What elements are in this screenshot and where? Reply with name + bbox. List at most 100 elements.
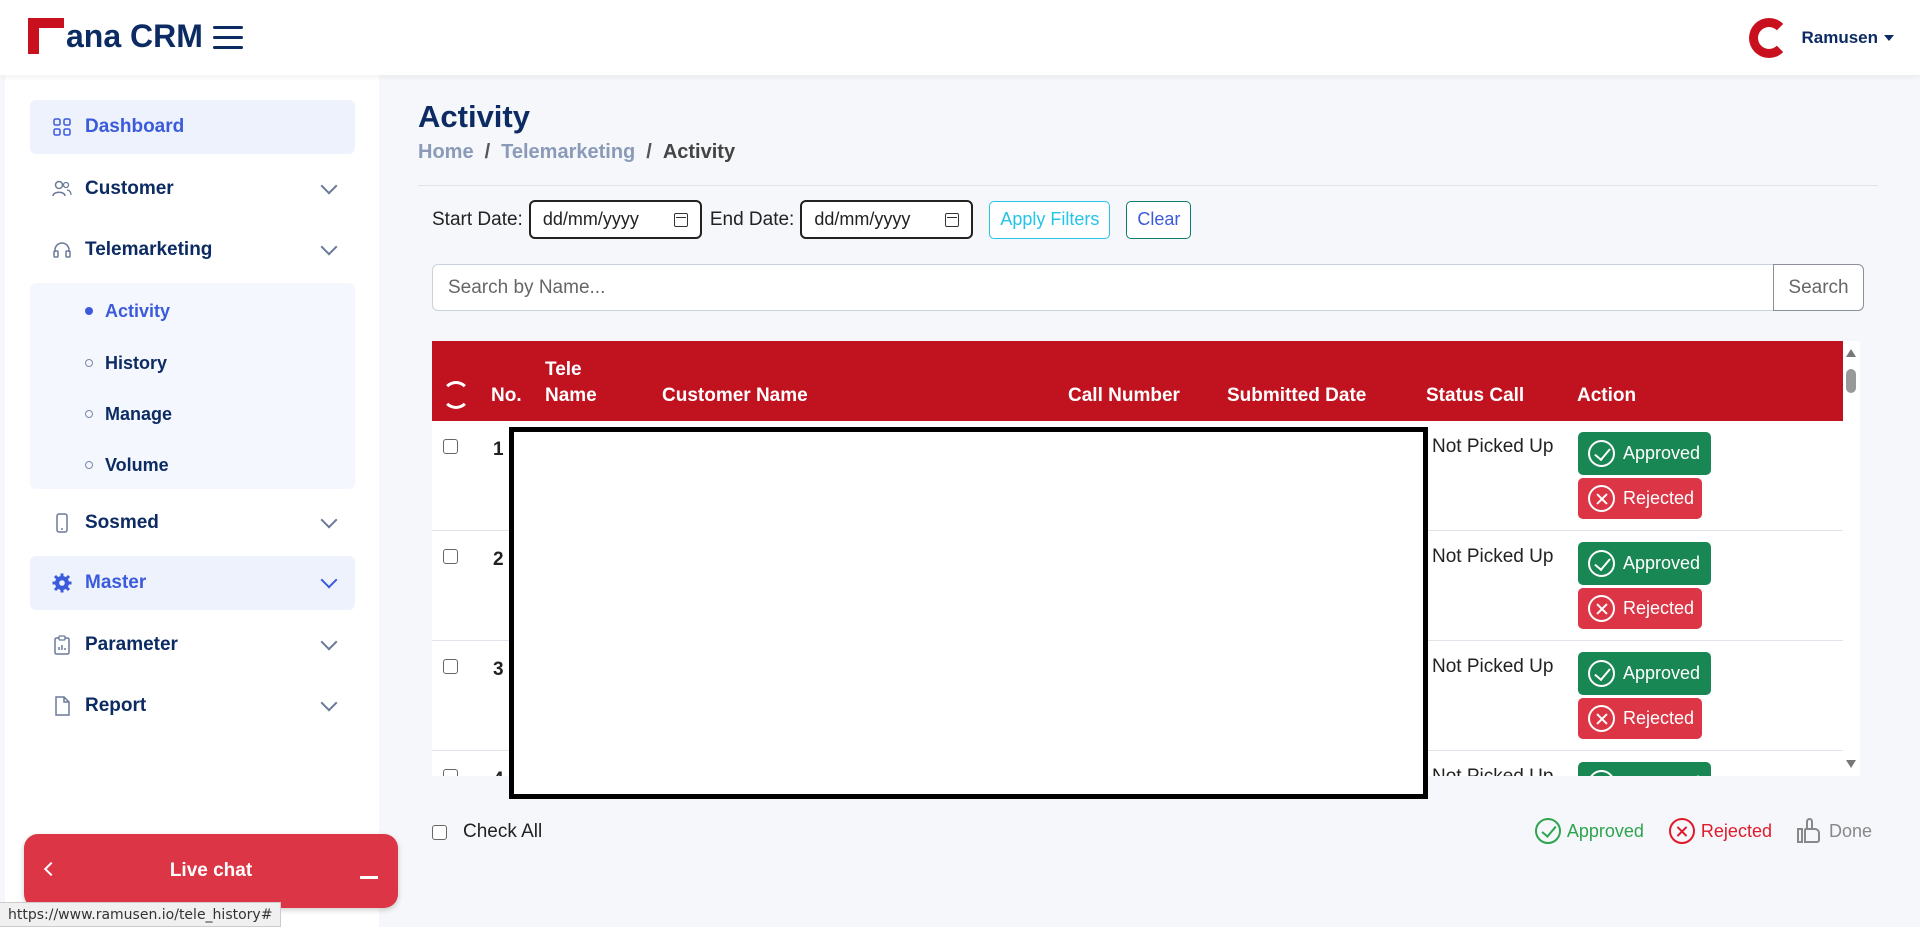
sidebar-item-sosmed[interactable]: Sosmed [30,496,355,550]
users-icon [52,179,72,199]
col-action: Action [1577,385,1637,406]
search-button[interactable]: Search [1773,264,1864,311]
check-all-label: Check All [463,821,543,842]
approve-button[interactable]: Approved [1578,762,1711,776]
x-circle-icon [1668,818,1695,844]
sidebar-item-customer[interactable]: Customer [30,162,355,216]
app-logo[interactable]: ana CRM [28,14,203,54]
user-name: Ramusen [1801,28,1878,47]
breadcrumb-home[interactable]: Home [418,141,474,164]
table-scrollbar[interactable] [1844,341,1858,771]
x-circle-icon [1588,705,1615,732]
sidebar: Dashboard Customer Telemarketing Activit… [5,75,379,927]
subitem-label: Activity [105,300,171,321]
grid-icon [52,117,72,137]
check-all[interactable]: Check All [432,821,542,843]
status-call: Not Picked Up [1432,766,1553,776]
sidebar-item-label: Dashboard [85,116,185,137]
check-all-checkbox[interactable] [432,824,447,840]
end-date-label: End Date: [709,208,795,230]
col-tele-name-line2: Name [545,385,597,406]
sidebar-item-label: Report [85,695,147,716]
search-bar: Search by Name... Search [432,264,1864,311]
clear-button[interactable]: Clear [1126,200,1192,239]
legend-approved: Approved [1534,818,1644,844]
legend-done-label: Done [1828,820,1872,841]
reject-button[interactable]: Rejected [1578,588,1702,629]
scroll-up-icon[interactable] [1846,349,1856,357]
user-menu[interactable]: Ramusen [1749,18,1894,58]
check-circle-icon [1588,660,1615,687]
gear-icon [52,573,72,593]
breadcrumb-telemarketing[interactable]: Telemarketing [501,141,635,164]
x-circle-icon [1588,595,1615,622]
reject-label: Rejected [1623,598,1695,618]
calendar-icon[interactable] [945,212,960,227]
row-number: 3 [493,659,504,680]
telemarketing-submenu: Activity History Manage Volume [30,283,355,489]
apply-filters-button[interactable]: Apply Filters [989,200,1111,239]
start-date-label: Start Date: [432,208,523,230]
chevron-down-icon [320,177,338,195]
sidebar-item-telemarketing[interactable]: Telemarketing [30,223,355,277]
approve-label: Approved [1623,443,1701,463]
x-circle-icon [1588,485,1615,512]
subitem-label: Volume [105,454,169,475]
legend-done: Done [1796,818,1872,844]
sidebar-item-dashboard[interactable]: Dashboard [30,100,355,154]
sidebar-item-label: Telemarketing [85,239,213,260]
phone-icon [52,513,72,533]
breadcrumb-separator: / [646,141,652,163]
approve-button[interactable]: Approved [1578,542,1711,585]
browser-status-url: https://www.ramusen.io/tele_history# [0,902,282,927]
row-checkbox[interactable] [443,439,458,454]
row-checkbox[interactable] [443,659,458,674]
start-date-input[interactable]: dd/mm/yyyy [528,200,702,239]
status-call: Not Picked Up [1432,656,1554,677]
chevron-down-icon [320,571,338,589]
live-chat-widget[interactable]: Live chat [24,834,398,908]
row-checkbox[interactable] [443,769,458,776]
sidebar-item-master[interactable]: Master [30,556,355,610]
calendar-icon[interactable] [673,212,688,227]
sidebar-subitem-manage[interactable]: Manage [30,389,355,439]
page-title: Activity [418,99,530,134]
thumbs-up-icon [1796,818,1821,844]
legend-rejected-label: Rejected [1700,820,1772,841]
reject-button[interactable]: Rejected [1578,478,1702,519]
sidebar-subitem-activity[interactable]: Activity [30,286,355,336]
bullet-icon [85,461,93,469]
clipboard-icon [52,635,72,655]
sidebar-item-label: Parameter [85,634,178,655]
sidebar-item-report[interactable]: Report [30,679,355,733]
col-status-call: Status Call [1426,385,1525,406]
breadcrumb: Home / Telemarketing / Activity [418,141,735,164]
sidebar-subitem-volume[interactable]: Volume [30,440,355,490]
refresh-icon[interactable] [442,381,470,409]
legend-approved-label: Approved [1566,820,1644,841]
end-date-input[interactable]: dd/mm/yyyy [800,200,974,239]
subitem-label: History [105,352,168,373]
scroll-thumb[interactable] [1846,369,1856,393]
status-legend: Approved Rejected Done [1510,818,1872,844]
search-input[interactable]: Search by Name... [432,264,1773,311]
sidebar-item-label: Sosmed [85,512,159,533]
menu-toggle-icon[interactable] [213,26,243,50]
logo-text: ana CRM [66,18,203,54]
col-submitted-date: Submitted Date [1227,385,1367,406]
check-circle-icon [1534,818,1561,844]
approve-button[interactable]: Approved [1578,652,1711,695]
breadcrumb-current: Activity [662,141,736,163]
minimize-icon[interactable] [360,876,378,879]
row-number: 4 [493,769,504,776]
chevron-left-icon[interactable] [43,861,59,877]
sidebar-subitem-history[interactable]: History [30,338,355,388]
scroll-down-icon[interactable] [1846,760,1856,768]
logo-mark [28,18,64,54]
reject-button[interactable]: Rejected [1578,698,1702,739]
sidebar-item-parameter[interactable]: Parameter [30,618,355,672]
approve-button[interactable]: Approved [1578,432,1711,475]
row-checkbox[interactable] [443,549,458,564]
chevron-down-icon [320,511,338,529]
col-tele-name-line1: Tele [545,359,582,380]
